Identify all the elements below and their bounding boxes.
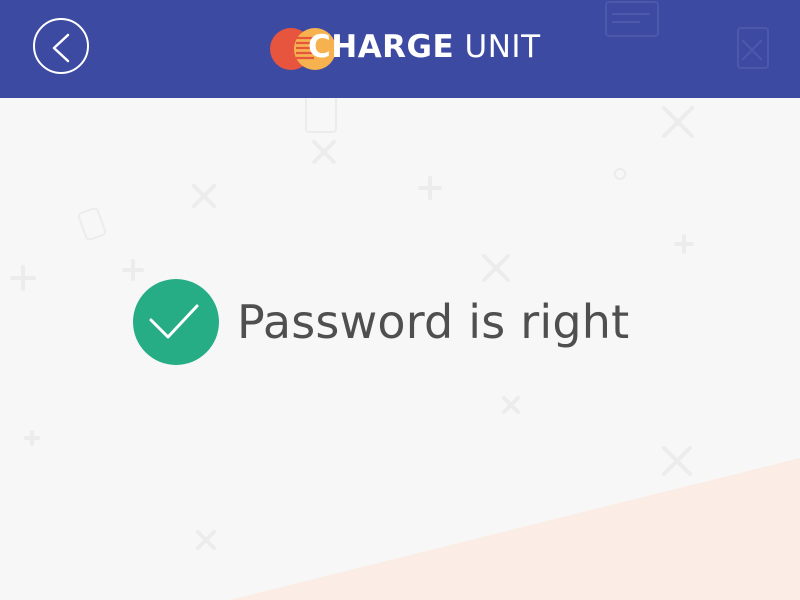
brand-name-light: UNIT <box>464 29 541 65</box>
back-button[interactable] <box>33 18 89 74</box>
brand-name: CHARGE UNIT <box>308 27 541 67</box>
header-bar: CHARGE UNIT <box>0 0 800 98</box>
check-circle-icon <box>133 279 219 365</box>
status-message: Password is right <box>237 295 630 349</box>
brand-name-bold: CHARGE <box>308 29 455 65</box>
password-status: Password is right <box>133 279 629 365</box>
chevron-left-icon <box>52 33 70 63</box>
